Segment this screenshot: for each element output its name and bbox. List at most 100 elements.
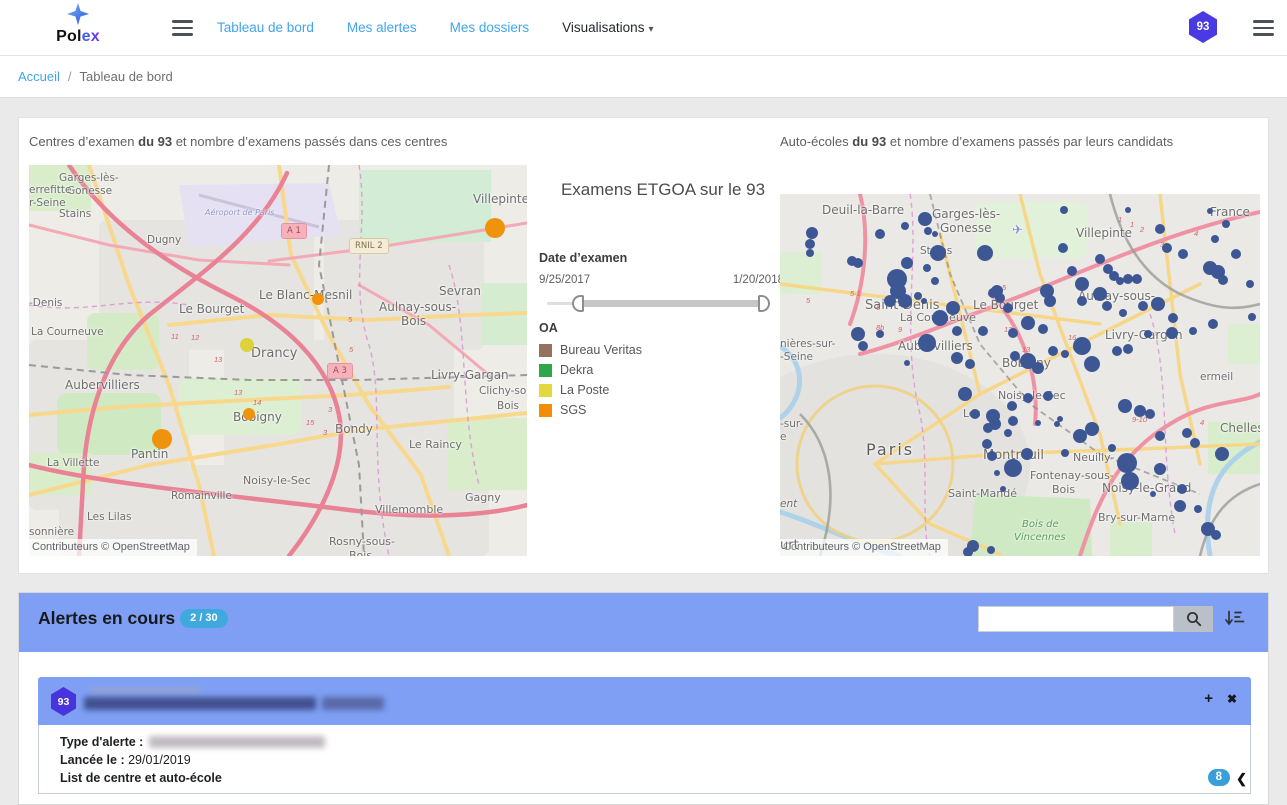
map-data-mark[interactable] (1166, 327, 1178, 339)
map-data-mark[interactable] (898, 294, 912, 308)
map-data-mark[interactable] (1145, 409, 1155, 419)
map-data-mark[interactable] (243, 408, 255, 420)
map-data-mark[interactable] (1032, 362, 1044, 374)
map-data-mark[interactable] (1021, 316, 1035, 330)
legend-item-3[interactable]: SGS (539, 400, 642, 420)
map-data-mark[interactable] (875, 229, 885, 239)
map-data-mark[interactable] (1044, 295, 1056, 307)
map-data-mark[interactable] (1138, 301, 1148, 311)
map-data-mark[interactable] (1215, 447, 1229, 461)
breadcrumb-home-link[interactable]: Accueil (18, 69, 60, 84)
map-data-mark[interactable] (1248, 313, 1256, 321)
map-data-mark[interactable] (853, 258, 863, 268)
map-data-mark[interactable] (1060, 206, 1068, 214)
map-data-mark[interactable] (901, 257, 913, 269)
map-data-mark[interactable] (1108, 444, 1116, 452)
map-data-mark[interactable] (1073, 337, 1091, 355)
map-data-mark[interactable] (152, 429, 172, 449)
map-data-mark[interactable] (987, 546, 995, 554)
map-data-mark[interactable] (931, 277, 939, 285)
map-data-mark[interactable] (904, 360, 910, 366)
map-data-mark[interactable] (805, 239, 815, 249)
map-data-mark[interactable] (884, 295, 896, 307)
map-data-mark[interactable] (1093, 287, 1107, 301)
map-data-mark[interactable] (967, 540, 979, 552)
map-data-mark[interactable] (1004, 459, 1022, 477)
map-data-mark[interactable] (1061, 449, 1069, 457)
map-data-mark[interactable] (1132, 274, 1142, 284)
map-data-mark[interactable] (946, 301, 960, 315)
close-alert-button[interactable]: ✖ (1225, 691, 1239, 707)
map-data-mark[interactable] (1121, 472, 1139, 490)
map-data-mark[interactable] (978, 326, 988, 336)
map-data-mark[interactable] (1177, 484, 1187, 494)
map-data-mark[interactable] (1231, 249, 1241, 259)
map-data-mark[interactable] (1007, 401, 1017, 411)
map-data-mark[interactable] (1182, 428, 1192, 438)
map-data-mark[interactable] (918, 212, 932, 226)
map-data-mark[interactable] (1118, 399, 1132, 413)
map-data-mark[interactable] (951, 352, 963, 364)
map-data-mark[interactable] (989, 418, 1001, 430)
map-data-mark[interactable] (1057, 416, 1063, 422)
map-data-mark[interactable] (1084, 356, 1100, 372)
map-data-mark[interactable] (1038, 324, 1048, 334)
map-data-mark[interactable] (876, 330, 884, 338)
map-data-mark[interactable] (1190, 438, 1200, 448)
map-data-mark[interactable] (1246, 280, 1254, 288)
map-data-mark[interactable] (1061, 350, 1069, 358)
map-data-mark[interactable] (1194, 505, 1202, 513)
map-data-mark[interactable] (958, 387, 972, 401)
slider-selected-range[interactable] (578, 300, 766, 307)
map-data-mark[interactable] (806, 227, 818, 239)
nav-link-1[interactable]: Mes alertes (347, 20, 417, 35)
exam-centres-map[interactable]: Contributeurs © OpenStreetMap Garges-lès… (29, 165, 527, 556)
map-data-mark[interactable] (1075, 277, 1089, 291)
map-data-mark[interactable] (952, 326, 962, 336)
map-data-mark[interactable] (1085, 422, 1099, 436)
map-data-mark[interactable] (1112, 346, 1122, 356)
legend-item-0[interactable]: Bureau Veritas (539, 340, 642, 360)
map-data-mark[interactable] (901, 222, 909, 230)
map-data-mark[interactable] (965, 359, 975, 369)
map-data-mark[interactable] (918, 334, 936, 352)
map-data-mark[interactable] (923, 264, 931, 272)
date-range-slider[interactable] (547, 294, 766, 312)
map-data-mark[interactable] (921, 298, 927, 304)
map-data-mark[interactable] (1189, 327, 1197, 335)
legend-item-1[interactable]: Dekra (539, 360, 642, 380)
map-data-mark[interactable] (1023, 393, 1033, 403)
map-data-mark[interactable] (1123, 344, 1133, 354)
user-menu-button[interactable] (1249, 12, 1278, 44)
map-data-mark[interactable] (995, 293, 1005, 303)
map-data-mark[interactable] (1067, 266, 1077, 276)
map-data-mark[interactable] (312, 293, 324, 305)
polex-logo[interactable]: Polex (55, 3, 101, 44)
map-data-mark[interactable] (858, 341, 868, 351)
map-data-mark[interactable] (1000, 486, 1006, 492)
menu-toggle-button[interactable] (168, 12, 197, 44)
map-data-mark[interactable] (932, 231, 938, 237)
map-data-mark[interactable] (987, 451, 997, 461)
nav-visualisations-dropdown[interactable]: Visualisations▾ (562, 20, 653, 35)
map-data-mark[interactable] (930, 245, 946, 261)
map-data-mark[interactable] (1119, 309, 1127, 317)
map-data-mark[interactable] (1162, 243, 1172, 253)
alerts-search-input[interactable] (978, 606, 1174, 632)
map-data-mark[interactable] (1211, 235, 1219, 243)
sort-button[interactable] (1224, 609, 1246, 629)
map-data-mark[interactable] (1155, 431, 1165, 441)
driving-schools-map[interactable]: Contributeurs © OpenStreetMap Deuil-la-B… (780, 194, 1260, 556)
map-data-mark[interactable] (1150, 491, 1156, 497)
map-data-mark[interactable] (485, 218, 505, 238)
map-data-mark[interactable] (1155, 224, 1165, 234)
map-data-mark[interactable] (1211, 530, 1221, 540)
map-data-mark[interactable] (1168, 313, 1178, 323)
nav-link-0[interactable]: Tableau de bord (217, 20, 314, 35)
map-data-mark[interactable] (851, 327, 865, 341)
map-data-mark[interactable] (1222, 220, 1230, 228)
map-data-mark[interactable] (1003, 303, 1013, 313)
map-data-mark[interactable] (1095, 254, 1105, 264)
map-data-mark[interactable] (1207, 208, 1213, 214)
map-data-mark[interactable] (1151, 297, 1165, 311)
